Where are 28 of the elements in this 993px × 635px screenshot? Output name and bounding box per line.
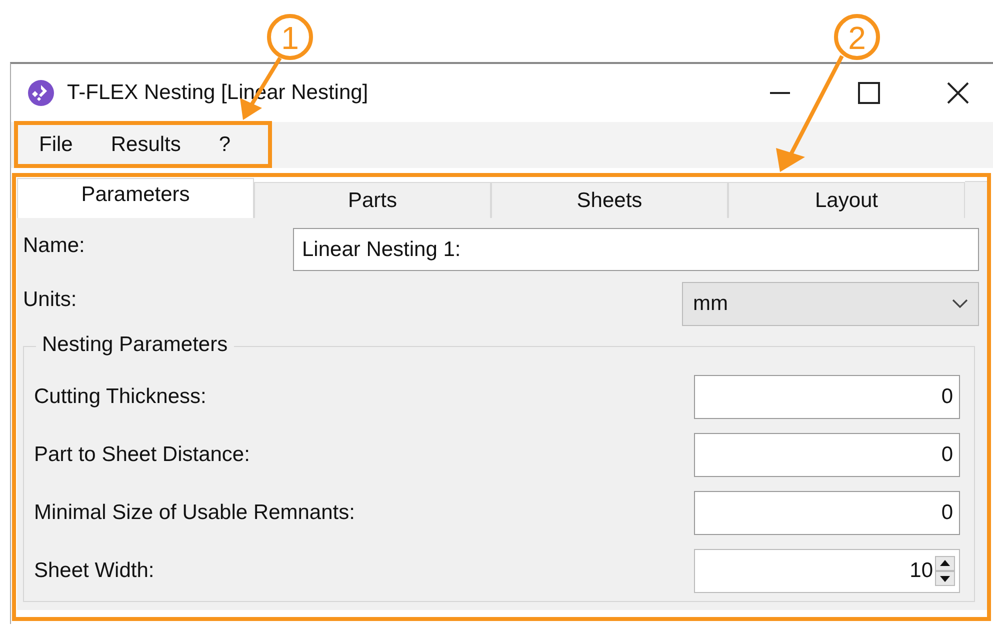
field-label: Cutting Thickness: [34,385,206,409]
callout-marker: 1 [267,14,313,60]
spin-up-icon[interactable] [935,556,955,571]
menu-item[interactable]: File [39,133,73,157]
close-icon[interactable] [947,82,969,104]
chevron-down-icon [952,299,968,309]
spin-box[interactable]: 10 [694,549,960,593]
units-dropdown[interactable]: mm [682,282,979,326]
field-label: Minimal Size of Usable Remnants: [34,501,355,525]
callout-marker: 2 [834,14,880,60]
spin-down-icon[interactable] [935,571,955,586]
number-field[interactable]: 0 [694,491,960,535]
number-field[interactable]: 0 [694,433,960,477]
menu-item[interactable]: ? [218,133,231,157]
name-field[interactable]: Linear Nesting 1: [293,228,979,271]
tab[interactable]: Sheets [491,182,728,218]
app-logo-icon [27,79,55,107]
tab[interactable]: Parts [254,182,491,218]
maximize-icon[interactable] [858,82,880,104]
field-label: Sheet Width: [34,559,154,583]
menu-item[interactable]: Results [110,133,181,157]
field-label: Units: [23,287,77,312]
field-label: Name: [23,233,85,258]
number-field[interactable]: 0 [694,375,960,419]
field-label: Part to Sheet Distance: [34,443,250,467]
group-title: Nesting Parameters [36,333,234,357]
tab[interactable]: Layout [728,182,965,218]
tab[interactable]: Parameters [17,178,254,218]
